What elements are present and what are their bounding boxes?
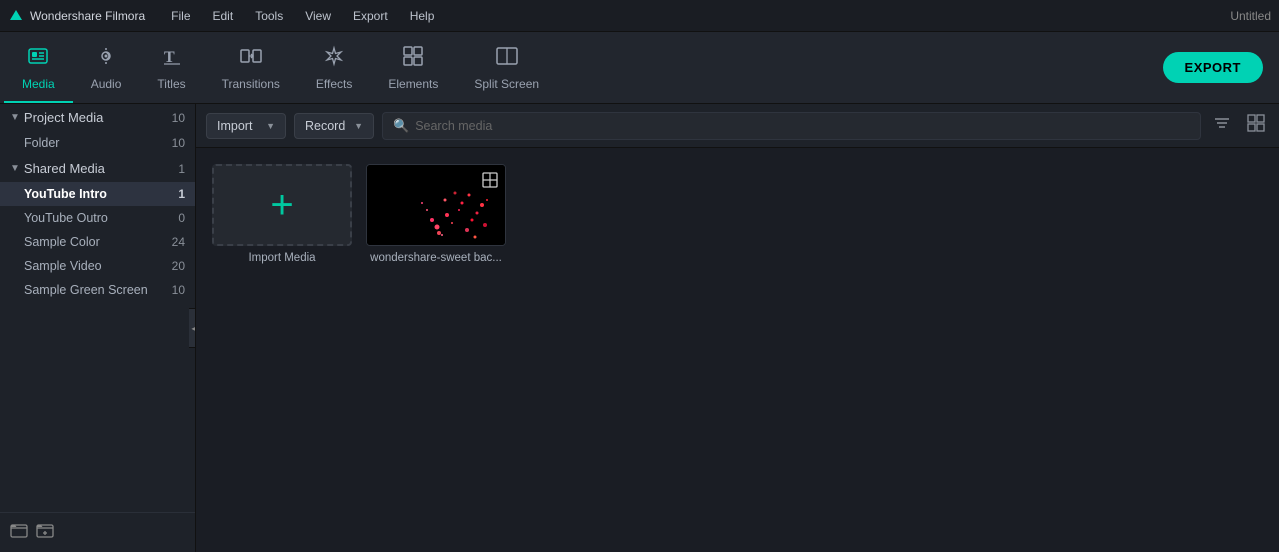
- content-toolbar: Import ▼ Record ▼ 🔍: [196, 104, 1279, 148]
- sample-color-label: Sample Color: [24, 235, 100, 249]
- content-area: Import ▼ Record ▼ 🔍: [196, 104, 1279, 552]
- record-label: Record: [305, 119, 345, 133]
- splitscreen-label: Split Screen: [474, 77, 539, 91]
- main-toolbar: Media Audio T Titles: [0, 32, 1279, 104]
- grid-icon[interactable]: [1243, 110, 1269, 141]
- sample-green-label: Sample Green Screen: [24, 283, 148, 297]
- menu-bar: File Edit Tools View Export Help: [161, 5, 444, 27]
- sample-color-count: 24: [172, 235, 185, 249]
- sample-video-count: 20: [172, 259, 185, 273]
- audio-label: Audio: [91, 77, 122, 91]
- video-thumb: [366, 164, 506, 246]
- import-dropdown[interactable]: Import ▼: [206, 113, 286, 139]
- app-name: Wondershare Filmora: [30, 9, 145, 23]
- collapse-arrow: ◀: [191, 324, 196, 333]
- youtube-outro-label: YouTube Outro: [24, 211, 108, 225]
- import-media-thumb: +: [212, 164, 352, 246]
- media-label: Media: [22, 77, 55, 91]
- sample-video-label: Sample Video: [24, 259, 102, 273]
- main-area: ▼ Project Media 10 Folder 10 ▼ Shared Me…: [0, 104, 1279, 552]
- import-plus-icon: +: [270, 185, 293, 225]
- media-grid: + Import Media: [196, 148, 1279, 552]
- video-label: wondershare-sweet bac...: [370, 252, 502, 264]
- toolbar-audio[interactable]: Audio: [73, 32, 140, 103]
- sidebar-item-youtube-intro[interactable]: YouTube Intro 1: [0, 182, 195, 206]
- toolbar-elements[interactable]: Elements: [370, 32, 456, 103]
- audio-icon: [95, 45, 117, 73]
- project-media-arrow: ▼: [10, 112, 20, 123]
- video-tile[interactable]: wondershare-sweet bac...: [366, 164, 506, 264]
- youtube-outro-count: 0: [178, 211, 185, 225]
- toolbar-transitions[interactable]: Transitions: [204, 32, 298, 103]
- elements-label: Elements: [388, 77, 438, 91]
- sample-green-count: 10: [172, 283, 185, 297]
- import-media-tile[interactable]: + Import Media: [212, 164, 352, 264]
- shared-media-count: 1: [178, 162, 185, 176]
- effects-icon: [323, 45, 345, 73]
- logo-icon: [8, 8, 24, 24]
- splitscreen-icon: [496, 45, 518, 73]
- video-thumb-bg: [367, 165, 505, 245]
- menu-export[interactable]: Export: [343, 5, 398, 27]
- transitions-label: Transitions: [222, 77, 280, 91]
- project-media-header[interactable]: ▼ Project Media 10: [0, 104, 195, 131]
- youtube-intro-label: YouTube Intro: [24, 187, 107, 201]
- menu-view[interactable]: View: [295, 5, 341, 27]
- app-logo: Wondershare Filmora: [8, 8, 145, 24]
- shared-media-arrow: ▼: [10, 163, 20, 174]
- folder-count: 10: [172, 136, 185, 150]
- folder-label: Folder: [24, 136, 59, 150]
- youtube-intro-count: 1: [178, 187, 185, 201]
- sidebar-item-youtube-outro[interactable]: YouTube Outro 0: [0, 206, 195, 230]
- export-button[interactable]: EXPORT: [1163, 52, 1263, 83]
- trim-icon: [481, 171, 499, 194]
- import-media-label: Import Media: [248, 252, 315, 264]
- menu-tools[interactable]: Tools: [245, 5, 293, 27]
- menu-file[interactable]: File: [161, 5, 200, 27]
- sidebar-item-sample-video[interactable]: Sample Video 20: [0, 254, 195, 278]
- titles-icon: T: [161, 45, 183, 73]
- titles-label: Titles: [157, 77, 185, 91]
- search-bar[interactable]: 🔍: [382, 112, 1201, 140]
- search-input[interactable]: [415, 119, 1190, 133]
- sidebar-item-sample-color[interactable]: Sample Color 24: [0, 230, 195, 254]
- effects-label: Effects: [316, 77, 352, 91]
- sidebar-section-shared-media: ▼ Shared Media 1 YouTube Intro 1 YouTube…: [0, 155, 195, 302]
- titlebar: Wondershare Filmora File Edit Tools View…: [0, 0, 1279, 32]
- window-title: Untitled: [1230, 9, 1271, 23]
- toolbar-effects[interactable]: Effects: [298, 32, 370, 103]
- import-label: Import: [217, 119, 252, 133]
- sidebar: ▼ Project Media 10 Folder 10 ▼ Shared Me…: [0, 104, 196, 552]
- toolbar-titles[interactable]: T Titles: [139, 32, 203, 103]
- record-dropdown[interactable]: Record ▼: [294, 113, 374, 139]
- new-bin-button[interactable]: [36, 521, 54, 544]
- new-folder-button[interactable]: [10, 521, 28, 544]
- sidebar-bottom: [0, 512, 195, 552]
- shared-media-label: Shared Media: [24, 161, 105, 176]
- toolbar-media[interactable]: Media: [4, 32, 73, 103]
- shared-media-header[interactable]: ▼ Shared Media 1: [0, 155, 195, 182]
- project-media-label: Project Media: [24, 110, 103, 125]
- sidebar-item-folder[interactable]: Folder 10: [0, 131, 195, 155]
- menu-edit[interactable]: Edit: [203, 5, 244, 27]
- toolbar-splitscreen[interactable]: Split Screen: [456, 32, 557, 103]
- sidebar-item-sample-green[interactable]: Sample Green Screen 10: [0, 278, 195, 302]
- transitions-icon: [240, 45, 262, 73]
- import-chevron: ▼: [266, 121, 275, 131]
- menu-help[interactable]: Help: [400, 5, 445, 27]
- filter-icon[interactable]: [1209, 110, 1235, 141]
- sidebar-collapse-handle[interactable]: ◀: [189, 308, 196, 348]
- elements-icon: [402, 45, 424, 73]
- sidebar-section-project-media: ▼ Project Media 10 Folder 10: [0, 104, 195, 155]
- project-media-count: 10: [172, 111, 185, 125]
- media-icon: [27, 45, 49, 73]
- search-icon: 🔍: [393, 118, 409, 134]
- record-chevron: ▼: [354, 121, 363, 131]
